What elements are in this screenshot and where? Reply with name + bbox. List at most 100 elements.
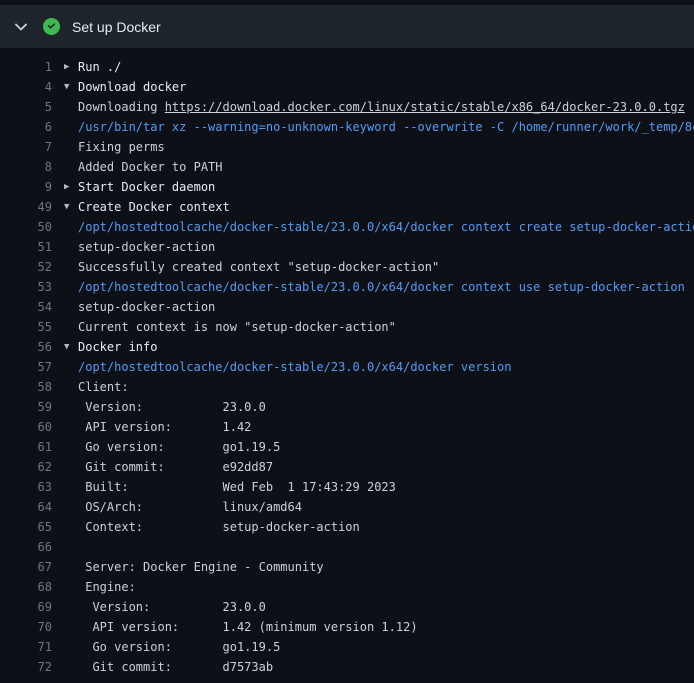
log-text: setup-docker-action xyxy=(78,237,694,257)
line-number[interactable]: 59 xyxy=(16,397,52,417)
log-segment-text: Git commit: e92dd87 xyxy=(78,460,273,474)
log-text: /opt/hostedtoolcache/docker-stable/23.0.… xyxy=(78,277,694,297)
triangle-down-icon[interactable]: ▼ xyxy=(64,197,78,217)
log-line: 68 Engine: xyxy=(16,577,694,597)
line-number[interactable]: 64 xyxy=(16,497,52,517)
log-segment-text: Fixing perms xyxy=(78,140,165,154)
marker-spacer xyxy=(64,237,78,257)
marker-spacer xyxy=(64,557,78,577)
log-line: 50/opt/hostedtoolcache/docker-stable/23.… xyxy=(16,217,694,237)
line-number[interactable]: 72 xyxy=(16,657,52,677)
log-line: 54 setup-docker-action xyxy=(16,297,694,317)
log-segment-command: /opt/hostedtoolcache/docker-stable/23.0.… xyxy=(78,220,694,234)
check-circle-icon xyxy=(43,18,60,35)
line-number[interactable]: 56 xyxy=(16,337,52,357)
chevron-down-icon[interactable] xyxy=(14,23,28,31)
line-number[interactable]: 5 xyxy=(16,97,52,117)
marker-spacer xyxy=(64,397,78,417)
log-text: Fixing perms xyxy=(78,137,694,157)
log-text: Successfully created context "setup-dock… xyxy=(78,257,694,277)
log-segment-text: Client: xyxy=(78,380,129,394)
marker-spacer xyxy=(64,517,78,537)
log-segment-group: Create Docker context xyxy=(78,200,230,214)
log-text: Version: 23.0.0 xyxy=(78,597,694,617)
log-segment-text: Go version: go1.19.5 xyxy=(78,640,280,654)
log-segment-text: OS/Arch: linux/amd64 xyxy=(78,500,302,514)
log-line: 72 Git commit: d7573ab xyxy=(16,657,694,677)
marker-spacer xyxy=(64,477,78,497)
log-link[interactable]: https://download.docker.com/linux/static… xyxy=(165,100,685,114)
line-number[interactable]: 54 xyxy=(16,297,52,317)
line-number[interactable]: 52 xyxy=(16,257,52,277)
log-text: Downloading https://download.docker.com/… xyxy=(78,97,694,117)
log-segment-text: Git commit: d7573ab xyxy=(78,660,273,674)
line-number[interactable]: 6 xyxy=(16,117,52,137)
triangle-right-icon[interactable]: ▶ xyxy=(64,177,78,197)
log-text: Download docker xyxy=(78,77,694,97)
log-text: Client: xyxy=(78,377,694,397)
triangle-down-icon[interactable]: ▼ xyxy=(64,337,78,357)
log-text: setup-docker-action xyxy=(78,297,694,317)
line-number[interactable]: 7 xyxy=(16,137,52,157)
step-title: Set up Docker xyxy=(72,19,161,35)
log-segment-text: Engine: xyxy=(78,580,136,594)
log-container: 1▶Run ./4▼Download docker5Downloading ht… xyxy=(0,48,694,677)
line-number[interactable]: 58 xyxy=(16,377,52,397)
line-number[interactable]: 1 xyxy=(16,57,52,77)
log-text: Added Docker to PATH xyxy=(78,157,694,177)
log-line: 64 OS/Arch: linux/amd64 xyxy=(16,497,694,517)
marker-spacer xyxy=(64,617,78,637)
line-number[interactable]: 50 xyxy=(16,217,52,237)
line-number[interactable]: 51 xyxy=(16,237,52,257)
log-text: Built: Wed Feb 1 17:43:29 2023 xyxy=(78,477,694,497)
log-line: 67 Server: Docker Engine - Community xyxy=(16,557,694,577)
log-segment-text: Added Docker to PATH xyxy=(78,160,223,174)
line-number[interactable]: 69 xyxy=(16,597,52,617)
log-segment-text: Current context is now "setup-docker-act… xyxy=(78,320,396,334)
line-number[interactable]: 71 xyxy=(16,637,52,657)
line-number[interactable]: 67 xyxy=(16,557,52,577)
log-text: Current context is now "setup-docker-act… xyxy=(78,317,694,337)
log-segment-text: API version: 1.42 (minimum version 1.12) xyxy=(78,620,418,634)
log-line: 70 API version: 1.42 (minimum version 1.… xyxy=(16,617,694,637)
line-number[interactable]: 57 xyxy=(16,357,52,377)
log-text: Engine: xyxy=(78,577,694,597)
line-number[interactable]: 63 xyxy=(16,477,52,497)
log-line: 65 Context: setup-docker-action xyxy=(16,517,694,537)
log-line: 57/opt/hostedtoolcache/docker-stable/23.… xyxy=(16,357,694,377)
log-segment-command: /usr/bin/tar xz --warning=no-unknown-key… xyxy=(78,120,694,134)
line-number[interactable]: 53 xyxy=(16,277,52,297)
line-number[interactable]: 4 xyxy=(16,77,52,97)
log-segment-text: Successfully created context "setup-dock… xyxy=(78,260,439,274)
line-number[interactable]: 65 xyxy=(16,517,52,537)
triangle-down-icon[interactable]: ▼ xyxy=(64,77,78,97)
line-number[interactable]: 8 xyxy=(16,157,52,177)
line-number[interactable]: 66 xyxy=(16,537,52,557)
log-line: 52 Successfully created context "setup-do… xyxy=(16,257,694,277)
line-number[interactable]: 55 xyxy=(16,317,52,337)
log-text: Git commit: e92dd87 xyxy=(78,457,694,477)
log-text: API version: 1.42 (minimum version 1.12) xyxy=(78,617,694,637)
log-line: 66 xyxy=(16,537,694,557)
marker-spacer xyxy=(64,577,78,597)
line-number[interactable]: 62 xyxy=(16,457,52,477)
step-header[interactable]: Set up Docker xyxy=(0,5,694,48)
log-line: 61 Go version: go1.19.5 xyxy=(16,437,694,457)
log-segment-command: /opt/hostedtoolcache/docker-stable/23.0.… xyxy=(78,360,511,374)
line-number[interactable]: 9 xyxy=(16,177,52,197)
marker-spacer xyxy=(64,97,78,117)
line-number[interactable]: 60 xyxy=(16,417,52,437)
log-text: Create Docker context xyxy=(78,197,694,217)
log-segment-group: Run ./ xyxy=(78,60,121,74)
line-number[interactable]: 61 xyxy=(16,437,52,457)
triangle-right-icon[interactable]: ▶ xyxy=(64,57,78,77)
log-line: 62 Git commit: e92dd87 xyxy=(16,457,694,477)
log-segment-text: Go version: go1.19.5 xyxy=(78,440,280,454)
marker-spacer xyxy=(64,117,78,137)
log-segment-text: Downloading xyxy=(78,100,165,114)
line-number[interactable]: 70 xyxy=(16,617,52,637)
log-segment-text: API version: 1.42 xyxy=(78,420,251,434)
log-text: OS/Arch: linux/amd64 xyxy=(78,497,694,517)
line-number[interactable]: 49 xyxy=(16,197,52,217)
line-number[interactable]: 68 xyxy=(16,577,52,597)
